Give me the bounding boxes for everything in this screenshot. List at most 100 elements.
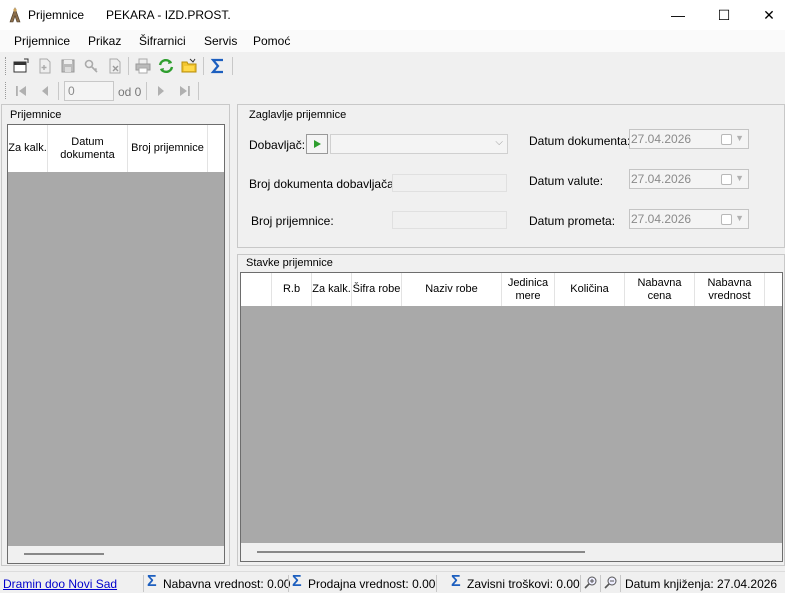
datum-dokumenta-label: Datum dokumenta: — [529, 134, 631, 148]
datum-prometa-label: Datum prometa: — [529, 214, 616, 228]
datum-valute-label: Datum valute: — [529, 174, 604, 188]
prodajna-vrednost-status: Prodajna vrednost: 0.00 — [308, 577, 436, 591]
dobavljac-select-button[interactable] — [306, 134, 328, 154]
play-icon — [314, 140, 321, 148]
datum-valute-picker[interactable]: 27.04.2026 ▼ — [629, 169, 749, 189]
toolbar-separator — [232, 57, 233, 75]
status-separator — [600, 575, 601, 592]
refresh-icon[interactable] — [157, 57, 175, 75]
calendar-checkbox-icon[interactable] — [721, 214, 732, 225]
prijemnice-grid-header: Za kalk. Datum dokumenta Broj prijemnice — [8, 125, 224, 172]
toolbar-separator — [128, 57, 129, 75]
title-bar: Prijemnice PEKARA - IZD.PROST. — ☐ ✕ — [0, 0, 785, 30]
menu-bar: Prijemnice Prikaz Šifrarnici Servis Pomo… — [0, 30, 785, 52]
broj-prijemnice-label: Broj prijemnice: — [251, 214, 334, 228]
previous-record-icon[interactable] — [36, 82, 54, 100]
panel-splitter[interactable] — [230, 104, 235, 566]
toolbar-separator — [58, 82, 59, 100]
column-header-datum-dokumenta[interactable]: Datum dokumenta — [48, 125, 128, 172]
toolbar-grip[interactable] — [5, 57, 8, 75]
sigma-icon: Σ — [292, 573, 302, 590]
last-record-icon[interactable] — [176, 82, 194, 100]
menu-prijemnice[interactable]: Prijemnice — [14, 34, 70, 48]
horizontal-scrollbar[interactable] — [8, 546, 224, 563]
toolbar-separator — [203, 57, 204, 75]
stavke-grid-header: R.b Za kalk. Šifra robe Naziv robe Jedin… — [241, 273, 782, 306]
row-selector-header — [241, 273, 272, 306]
zavisni-troskovi-status: Zavisni troškovi: 0.00 — [467, 577, 580, 591]
next-record-icon[interactable] — [152, 82, 170, 100]
calendar-checkbox-icon[interactable] — [721, 134, 732, 145]
toolbar-separator — [146, 82, 147, 100]
broj-dokumenta-dobavljaca-field[interactable] — [392, 174, 507, 192]
zoom-in-icon[interactable] — [584, 575, 598, 592]
menu-sifrarnici[interactable]: Šifrarnici — [139, 34, 186, 48]
menu-prikaz[interactable]: Prikaz — [88, 34, 121, 48]
chevron-down-icon[interactable]: ▼ — [735, 133, 744, 143]
sigma-icon[interactable] — [209, 57, 227, 75]
horizontal-scrollbar[interactable] — [241, 543, 782, 561]
datum-dokumenta-picker[interactable]: 27.04.2026 ▼ — [629, 129, 749, 149]
column-header-za-kalk[interactable]: Za kalk. — [8, 125, 48, 172]
scrollbar-thumb[interactable] — [257, 551, 585, 553]
minimize-button[interactable]: — — [655, 0, 701, 30]
key-icon[interactable] — [82, 57, 100, 75]
datum-knjizenja-status: Datum knjiženja: 27.04.2026 — [625, 577, 778, 591]
dobavljac-combo[interactable]: ⌵ — [330, 134, 508, 154]
navigator-toolbar: 0 od 0 — [0, 79, 785, 103]
status-separator — [436, 575, 437, 592]
datum-prometa-value: 27.04.2026 — [631, 212, 692, 226]
zaglavlje-title: Zaglavlje prijemnice — [249, 109, 347, 121]
column-header-naziv-robe[interactable]: Naziv robe — [402, 273, 502, 306]
datum-dokumenta-value: 27.04.2026 — [631, 132, 692, 146]
chevron-down-icon[interactable]: ▼ — [735, 213, 744, 223]
status-bar: Dramin doo Novi Sad Σ Nabavna vrednost: … — [0, 571, 785, 593]
zoom-out-icon[interactable] — [604, 575, 618, 592]
first-record-icon[interactable] — [12, 82, 30, 100]
column-header-sifra-robe[interactable]: Šifra robe — [352, 273, 402, 306]
scrollbar-thumb[interactable] — [24, 553, 104, 555]
sigma-icon: Σ — [451, 573, 461, 590]
menu-pomoc[interactable]: Pomoć — [253, 34, 290, 48]
new-window-icon[interactable] — [12, 57, 30, 75]
datum-prometa-picker[interactable]: 27.04.2026 ▼ — [629, 209, 749, 229]
column-header-nabavna-vrednost[interactable]: Nabavna vrednost — [695, 273, 765, 306]
window-company: PEKARA - IZD.PROST. — [106, 8, 231, 22]
prijemnice-grid[interactable]: Za kalk. Datum dokumenta Broj prijemnice — [7, 124, 225, 564]
broj-prijemnice-field[interactable] — [392, 211, 507, 229]
toolbar-separator — [198, 82, 199, 100]
toolbar-grip[interactable] — [5, 82, 8, 99]
broj-dokumenta-dobavljaca-label: Broj dokumenta dobavljača: — [249, 177, 398, 191]
status-separator — [143, 575, 144, 592]
status-separator — [288, 575, 289, 592]
column-header-kolicina[interactable]: Količina — [555, 273, 625, 306]
column-header-za-kalk[interactable]: Za kalk. — [312, 273, 352, 306]
nabavna-vrednost-status: Nabavna vrednost: 0.00 — [163, 577, 291, 591]
calendar-checkbox-icon[interactable] — [721, 174, 732, 185]
column-header-nabavna-cena[interactable]: Nabavna cena — [625, 273, 695, 306]
status-separator — [620, 575, 621, 592]
column-header-rb[interactable]: R.b — [272, 273, 312, 306]
new-document-icon[interactable] — [36, 57, 54, 75]
datum-valute-value: 27.04.2026 — [631, 172, 692, 186]
record-count-label: od 0 — [118, 85, 142, 99]
delete-icon[interactable] — [106, 57, 124, 75]
save-icon[interactable] — [59, 57, 77, 75]
main-toolbar — [0, 53, 785, 79]
column-header-jedinica-mere[interactable]: Jedinica mere — [502, 273, 555, 306]
open-folder-icon[interactable] — [180, 57, 198, 75]
menu-servis[interactable]: Servis — [204, 34, 237, 48]
sigma-icon: Σ — [147, 573, 157, 590]
prijemnice-panel-title: Prijemnice — [10, 109, 62, 121]
chevron-down-icon[interactable]: ▼ — [735, 173, 744, 183]
maximize-button[interactable]: ☐ — [701, 0, 747, 30]
column-header-broj-prijemnice[interactable]: Broj prijemnice — [128, 125, 208, 172]
close-button[interactable]: ✕ — [746, 0, 785, 30]
stavke-grid[interactable]: R.b Za kalk. Šifra robe Naziv robe Jedin… — [240, 272, 783, 562]
print-icon[interactable] — [134, 57, 152, 75]
chevron-down-icon: ⌵ — [495, 137, 503, 148]
record-position-input[interactable]: 0 — [64, 81, 114, 101]
stavke-title: Stavke prijemnice — [246, 257, 333, 269]
company-link[interactable]: Dramin doo Novi Sad — [3, 577, 117, 591]
dobavljac-label: Dobavljač: — [249, 138, 306, 152]
